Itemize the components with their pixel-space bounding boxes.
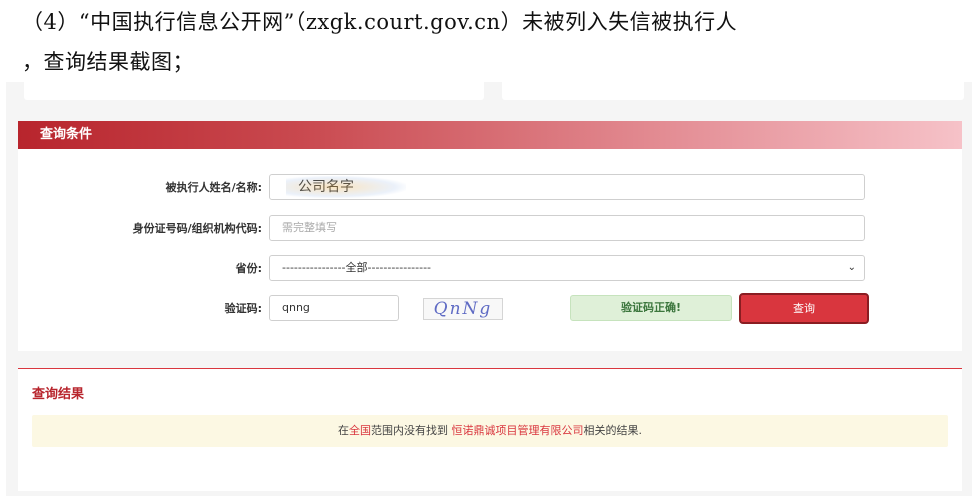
chevron-down-icon: ⌄ — [847, 262, 856, 273]
captcha-image[interactable]: QnNg — [423, 298, 503, 320]
top-strip-left — [24, 82, 484, 100]
query-results-title: 查询结果 — [32, 387, 85, 402]
result-message-scope: 全国 — [349, 424, 371, 437]
top-strip-right — [502, 82, 964, 100]
query-results-panel: 查询结果 在全国范围内没有找到 恒诺鼎诚项目管理有限公司相关的结果. — [18, 368, 962, 491]
id-label: 身份证号码/组织机构代码: — [132, 222, 262, 235]
document-text-line-1: （4）“中国执行信息公开网”（zxgk.court.gov.cn）未被列入失信被… — [22, 10, 738, 34]
province-select[interactable]: ----------------全部---------------- ⌄ — [269, 255, 865, 281]
query-button[interactable]: 查询 — [739, 293, 869, 324]
name-label: 被执行人姓名/名称: — [165, 181, 262, 194]
province-label: 省份: — [235, 262, 262, 275]
province-row: 省份: ----------------全部---------------- ⌄ — [18, 255, 962, 283]
name-row: 被执行人姓名/名称: 公司名字 — [18, 174, 962, 202]
result-message: 在全国范围内没有找到 恒诺鼎诚项目管理有限公司相关的结果. — [32, 415, 948, 447]
query-conditions-panel: 查询条件 被执行人姓名/名称: 公司名字 身份证号码/组织机构代码: 需完整填写… — [18, 121, 962, 351]
result-message-company: 恒诺鼎诚项目管理有限公司 — [451, 424, 584, 437]
result-message-prefix: 在 — [338, 424, 349, 437]
captcha-label: 验证码: — [224, 302, 262, 315]
query-conditions-header: 查询条件 — [18, 121, 962, 149]
captcha-input[interactable]: qnng — [269, 295, 399, 321]
result-message-suffix: 相关的结果. — [583, 424, 643, 437]
result-message-mid: 范围内没有找到 — [371, 424, 452, 437]
document-text-line-2: ，查询结果截图； — [22, 50, 194, 74]
query-screenshot: 查询条件 被执行人姓名/名称: 公司名字 身份证号码/组织机构代码: 需完整填写… — [6, 82, 972, 496]
id-row: 身份证号码/组织机构代码: 需完整填写 — [18, 215, 962, 243]
name-input[interactable]: 公司名字 — [269, 174, 865, 200]
captcha-row: 验证码: qnng QnNg 验证码正确! 查询 — [18, 293, 962, 324]
captcha-status-badge: 验证码正确! — [570, 295, 732, 321]
province-select-value: ----------------全部---------------- — [282, 261, 432, 274]
id-input[interactable]: 需完整填写 — [269, 215, 865, 241]
